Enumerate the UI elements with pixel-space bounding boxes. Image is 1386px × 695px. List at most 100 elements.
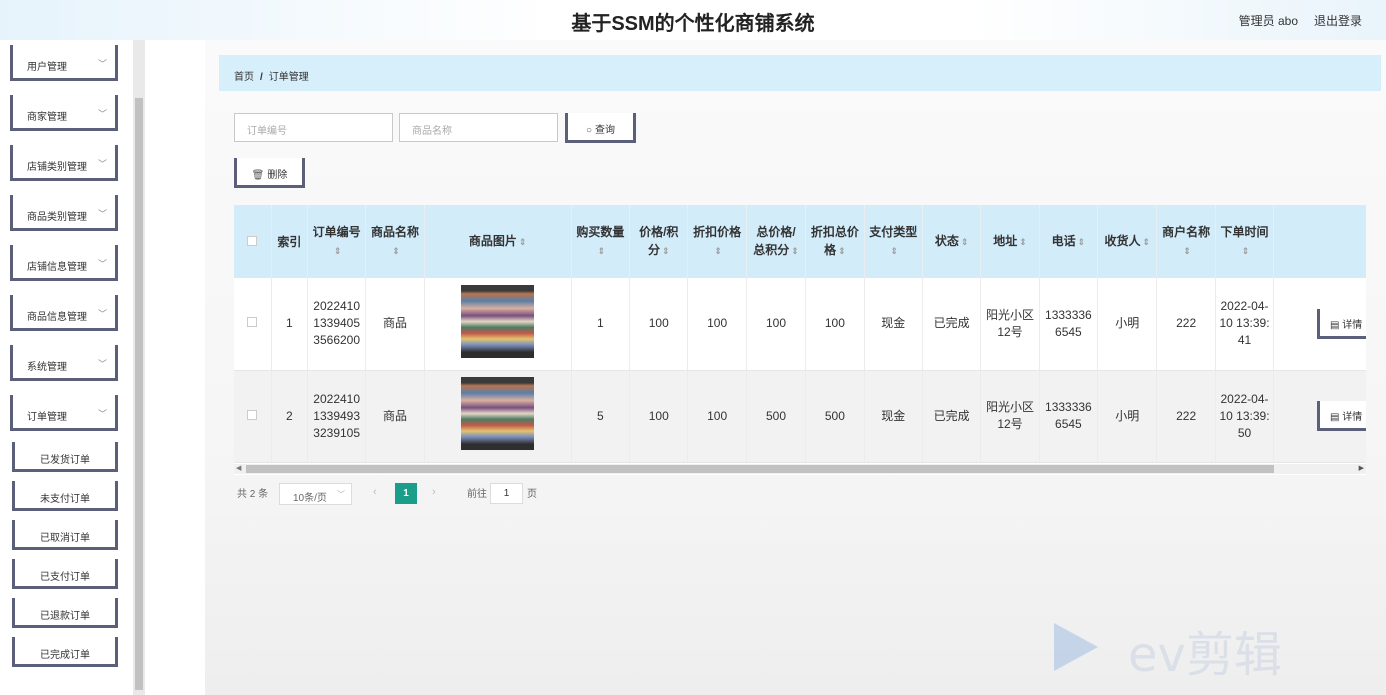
col-order-time[interactable]: 下单时间⇕ bbox=[1215, 205, 1275, 278]
col-address[interactable]: 地址 ⇕ bbox=[980, 205, 1040, 278]
page-size-select[interactable]: 10条/页 ﹀ bbox=[279, 483, 352, 505]
col-product-image[interactable]: 商品图片 ⇕ bbox=[424, 205, 572, 278]
select-all-checkbox[interactable] bbox=[234, 205, 272, 278]
col-quantity[interactable]: 购买数量⇕ bbox=[571, 205, 631, 278]
cell-product-name: 商品 bbox=[365, 278, 425, 371]
cell-actions: ▤ 详情 bbox=[1273, 370, 1366, 463]
page-1-button[interactable]: 1 bbox=[395, 483, 417, 504]
menu-order-management[interactable]: 订单管理 ﹀ bbox=[10, 395, 118, 431]
search-icon: ○ bbox=[585, 125, 593, 136]
goto-page-input[interactable]: 1 bbox=[490, 483, 523, 504]
submenu-shipped-orders[interactable]: 已发货订单 bbox=[12, 442, 118, 472]
col-status[interactable]: 状态 ⇕ bbox=[922, 205, 982, 278]
sort-icon: ⇕ bbox=[1142, 237, 1151, 247]
menu-user-management[interactable]: 用户管理 ﹀ bbox=[10, 45, 118, 81]
submenu-refunded-orders[interactable]: 已退款订单 bbox=[12, 598, 118, 628]
submenu-unpaid-orders[interactable]: 未支付订单 bbox=[12, 481, 118, 511]
sort-icon: ⇕ bbox=[661, 246, 670, 256]
document-icon: ▤ bbox=[1330, 412, 1343, 423]
col-receiver[interactable]: 收货人 ⇕ bbox=[1097, 205, 1158, 278]
menu-product-category-management[interactable]: 商品类别管理 ﹀ bbox=[10, 195, 118, 231]
menu-system-management[interactable]: 系统管理 ﹀ bbox=[10, 345, 118, 381]
menu-shop-category-management[interactable]: 店铺类别管理 ﹀ bbox=[10, 145, 118, 181]
main-content: 首页 / 订单管理 订单编号 商品名称 ○ 查询 🗑 删除 索引 订单编号⇕ 商品名称⇕… bbox=[205, 40, 1386, 695]
submenu-completed-orders[interactable]: 已完成订单 bbox=[12, 637, 118, 667]
menu-shop-info-management[interactable]: 店铺信息管理 ﹀ bbox=[10, 245, 118, 281]
cell-pay-type: 现金 bbox=[864, 278, 923, 371]
query-button[interactable]: ○ 查询 bbox=[565, 113, 636, 143]
cell-quantity: 5 bbox=[571, 370, 631, 463]
cell-discount-total: 100 bbox=[805, 278, 865, 371]
col-pay-type[interactable]: 支付类型⇕ bbox=[864, 205, 923, 278]
col-phone[interactable]: 电话 ⇕ bbox=[1039, 205, 1099, 278]
menu-merchant-management[interactable]: 商家管理 ﹀ bbox=[10, 95, 118, 131]
cell-order-no: 202241013394933239105 bbox=[307, 370, 367, 463]
breadcrumb-home[interactable]: 首页 bbox=[234, 72, 254, 83]
cell-total-price: 100 bbox=[746, 278, 807, 371]
row-checkbox[interactable] bbox=[234, 278, 272, 371]
sort-icon: ⇕ bbox=[333, 246, 342, 256]
chevron-down-icon: ﹀ bbox=[97, 259, 107, 269]
col-order-no[interactable]: 订单编号⇕ bbox=[307, 205, 367, 278]
chevron-down-icon: ﹀ bbox=[97, 359, 107, 369]
sort-icon: ⇕ bbox=[1183, 246, 1191, 256]
orders-table: 索引 订单编号⇕ 商品名称⇕ 商品图片 ⇕ 购买数量⇕ 价格/积分 ⇕ 折扣价格⇕ … bbox=[234, 205, 1366, 475]
detail-button[interactable]: ▤ 详情 bbox=[1317, 308, 1366, 339]
sort-icon: ⇕ bbox=[890, 246, 899, 256]
cell-phone: 13333366545 bbox=[1039, 278, 1099, 371]
cell-status: 已完成 bbox=[922, 278, 982, 371]
col-product-name[interactable]: 商品名称⇕ bbox=[365, 205, 425, 278]
col-price[interactable]: 价格/积分 ⇕ bbox=[629, 205, 689, 278]
detail-button[interactable]: ▤ 详情 bbox=[1317, 401, 1366, 431]
cell-product-image bbox=[424, 370, 572, 463]
table-row: 1 202241013394053566200 商品 1 100 100 100… bbox=[234, 278, 1366, 371]
col-actions bbox=[1273, 205, 1366, 278]
scroll-left-icon[interactable]: ◀ bbox=[236, 464, 241, 472]
col-merchant[interactable]: 商户名称⇕ bbox=[1156, 205, 1216, 278]
cell-index: 1 bbox=[271, 278, 308, 371]
logout-link[interactable]: 退出登录 bbox=[1314, 12, 1362, 29]
scroll-right-icon[interactable]: ▶ bbox=[1359, 464, 1364, 472]
cell-receiver: 小明 bbox=[1097, 278, 1158, 371]
menu-product-info-management[interactable]: 商品信息管理 ﹀ bbox=[10, 295, 118, 331]
cell-discount-price: 100 bbox=[687, 370, 747, 463]
table-horizontal-scrollbar[interactable]: ◀ ▶ bbox=[234, 464, 1366, 474]
col-total-price[interactable]: 总价格/总积分 ⇕ bbox=[746, 205, 807, 278]
col-index[interactable]: 索引 bbox=[271, 205, 308, 278]
sort-icon: ⇕ bbox=[791, 246, 799, 256]
total-count: 共 2 条 bbox=[237, 489, 269, 500]
submenu-paid-orders[interactable]: 已支付订单 bbox=[12, 559, 118, 589]
order-no-input[interactable]: 订单编号 bbox=[234, 113, 393, 142]
sort-icon: ⇕ bbox=[960, 237, 969, 247]
breadcrumb: 首页 / 订单管理 bbox=[219, 55, 1381, 91]
delete-button[interactable]: 🗑 删除 bbox=[234, 158, 305, 188]
cell-pay-type: 现金 bbox=[864, 370, 923, 463]
cell-order-time: 2022-04-10 13:39:41 bbox=[1215, 278, 1275, 371]
product-name-input[interactable]: 商品名称 bbox=[399, 113, 558, 142]
product-image[interactable] bbox=[461, 377, 535, 450]
top-header: 基于SSM的个性化商铺系统 管理员 abo 退出登录 bbox=[0, 0, 1386, 40]
cell-status: 已完成 bbox=[922, 370, 982, 463]
submenu-cancelled-orders[interactable]: 已取消订单 bbox=[12, 520, 118, 550]
sort-icon: ⇕ bbox=[838, 246, 846, 256]
col-discount-price[interactable]: 折扣价格⇕ bbox=[687, 205, 747, 278]
sort-icon: ⇕ bbox=[1077, 237, 1086, 247]
sidebar-scrollbar-thumb[interactable] bbox=[135, 98, 143, 690]
row-checkbox[interactable] bbox=[234, 370, 272, 463]
gutter bbox=[145, 40, 205, 695]
next-page-icon[interactable]: › bbox=[432, 486, 436, 498]
cell-index: 2 bbox=[271, 370, 308, 463]
chevron-down-icon: ﹀ bbox=[97, 209, 107, 219]
cell-total-price: 500 bbox=[746, 370, 807, 463]
col-discount-total[interactable]: 折扣总价格 ⇕ bbox=[805, 205, 865, 278]
goto-label: 前往 bbox=[467, 489, 487, 500]
ev-watermark: ev剪辑 bbox=[1054, 615, 1384, 685]
chevron-down-icon: ﹀ bbox=[337, 490, 345, 499]
table-row: 2 202241013394933239105 商品 5 100 100 500… bbox=[234, 370, 1366, 463]
prev-page-icon[interactable]: ‹ bbox=[373, 486, 377, 498]
sort-icon: ⇕ bbox=[597, 246, 606, 256]
product-image[interactable] bbox=[461, 284, 535, 358]
cell-price: 100 bbox=[629, 370, 689, 463]
table-scrollbar-thumb[interactable] bbox=[246, 465, 1274, 473]
cell-merchant: 222 bbox=[1156, 370, 1216, 463]
